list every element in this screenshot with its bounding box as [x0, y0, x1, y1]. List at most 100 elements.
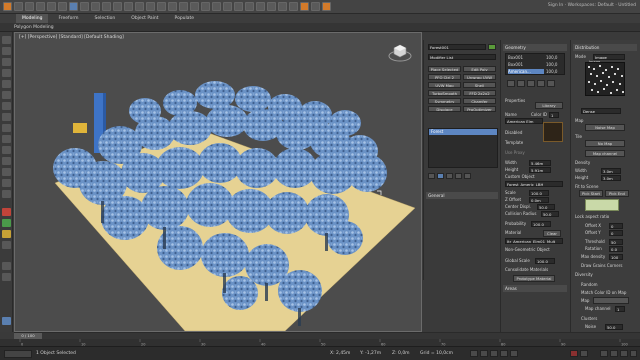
modifier-btn-1[interactable]: Place Selected	[428, 66, 461, 72]
perspective-viewport[interactable]: [+] [Perspective] [Standard] [Default Sh…	[14, 32, 422, 332]
modifier-btn-9[interactable]: Symmetry	[428, 98, 461, 104]
show-end-icon[interactable]	[437, 173, 444, 179]
display-icon[interactable]	[2, 80, 11, 88]
move-icon[interactable]	[113, 2, 122, 11]
named-selection-icon[interactable]	[223, 2, 232, 11]
modifier-btn-12[interactable]: ProOptimizer	[463, 106, 496, 112]
bind-icon[interactable]	[58, 2, 67, 11]
track-bar[interactable]: 0 10 20 30 40 50 60 70 80 90 100	[0, 339, 640, 347]
collision-radius-field[interactable]: 50,0	[541, 211, 559, 217]
move-up-icon[interactable]	[527, 80, 535, 87]
pick-end-button[interactable]: Pick End	[605, 190, 629, 197]
add-geometry-icon[interactable]	[507, 80, 515, 87]
noise-field[interactable]: 50,0	[605, 324, 623, 330]
scene-explorer-icon[interactable]	[2, 273, 11, 281]
tab-selection[interactable]: Selection	[89, 14, 122, 23]
window-crossing-icon[interactable]	[102, 2, 111, 11]
create-icon[interactable]	[2, 36, 11, 44]
configure-sets-icon[interactable]	[464, 173, 471, 179]
shapes-icon[interactable]	[2, 113, 11, 121]
filter-icon[interactable]	[2, 179, 11, 187]
ribbon-subpanel[interactable]: Polygon Modeling	[0, 23, 640, 32]
prototype-material-button[interactable]: Prototype Material	[513, 275, 555, 282]
make-unique-icon[interactable]	[446, 173, 453, 179]
consolidate-materials-checkbox[interactable]: Consolidate Materials	[505, 267, 548, 272]
align-icon[interactable]	[245, 2, 254, 11]
dist-width-field[interactable]: 3,0m	[601, 168, 621, 174]
modifier-btn-4[interactable]: Unwrap UVW	[463, 74, 496, 80]
draw-corners-checkbox[interactable]: Draw Grains Corners	[581, 263, 622, 268]
max-density-field[interactable]: 100	[609, 254, 623, 260]
undo-icon[interactable]	[14, 2, 23, 11]
coord-z[interactable]: Z: 0,0m	[392, 351, 410, 356]
rotate-icon[interactable]	[124, 2, 133, 11]
maxscript-listener[interactable]	[4, 350, 32, 358]
utilities-icon[interactable]	[2, 91, 11, 99]
geometry-icon[interactable]	[2, 102, 11, 110]
geometry-rollout-header[interactable]: Geometry	[503, 44, 567, 51]
snap-icon[interactable]	[179, 2, 188, 11]
angle-snap-icon[interactable]	[190, 2, 199, 11]
modifier-list-dropdown[interactable]: Modifier List	[428, 54, 496, 60]
tab-populate[interactable]: Populate	[169, 14, 201, 23]
redo-icon[interactable]	[25, 2, 34, 11]
non-geometric-checkbox[interactable]: Non-Geometric Object	[505, 247, 550, 252]
scale-field[interactable]: 100,0	[529, 190, 549, 196]
scene-fit-preview[interactable]	[585, 199, 619, 211]
stack-item-forest[interactable]: Forest	[429, 129, 497, 135]
auto-key-icon[interactable]	[570, 350, 578, 357]
coord-x[interactable]: X: 2,45m	[330, 351, 350, 356]
dist-height-field[interactable]: 3,0m	[601, 175, 621, 181]
viewcube-icon[interactable]	[387, 39, 413, 65]
map-channel-button[interactable]: Map channel	[585, 150, 625, 157]
helpers-icon[interactable]	[2, 146, 11, 154]
hide-icon[interactable]	[2, 190, 11, 198]
offset-x-field[interactable]: 0	[609, 223, 623, 229]
spacewarps-icon[interactable]	[2, 157, 11, 165]
select-icon[interactable]	[69, 2, 78, 11]
systems-icon[interactable]	[2, 168, 11, 176]
rotation-field[interactable]: 0,0	[609, 246, 623, 252]
diversity-map-button[interactable]	[593, 297, 629, 304]
modifier-btn-2[interactable]: Edit Poly	[463, 66, 496, 72]
geometry-item-name[interactable]: Box001	[508, 55, 523, 60]
remove-geometry-icon[interactable]	[517, 80, 525, 87]
random-radio[interactable]: Random	[581, 282, 598, 287]
lights-icon[interactable]	[2, 124, 11, 132]
template-checkbox[interactable]: Template	[505, 140, 523, 145]
orbit-icon[interactable]	[610, 350, 618, 357]
object-name-field[interactable]: Forest001	[428, 44, 486, 50]
pick-start-button[interactable]: Pick Start	[579, 190, 603, 197]
density-preset-dropdown[interactable]: Dense	[581, 108, 621, 114]
modifier-btn-11[interactable]: Displace	[428, 106, 461, 112]
reference-icon[interactable]	[157, 2, 166, 11]
object-color-swatch[interactable]	[488, 44, 496, 50]
map-channel-field[interactable]: 1	[615, 306, 625, 312]
custom-object-radio[interactable]: Custom Object	[505, 174, 535, 179]
link-icon[interactable]	[36, 2, 45, 11]
modifier-stack[interactable]: Forest	[428, 128, 498, 168]
no-map-button[interactable]: No Map	[585, 140, 625, 147]
mirror-icon[interactable]	[234, 2, 243, 11]
distribution-map-preview[interactable]	[585, 62, 625, 96]
red-object-icon[interactable]	[2, 208, 11, 216]
areas-rollout-header[interactable]: Areas	[503, 285, 567, 292]
viewport-label[interactable]: [+] [Perspective] [Standard] [Default Sh…	[19, 35, 124, 40]
green-object-icon[interactable]	[2, 219, 11, 227]
remove-modifier-icon[interactable]	[455, 173, 462, 179]
set-key-icon[interactable]	[580, 350, 588, 357]
goto-start-icon[interactable]	[470, 350, 478, 357]
modifier-btn-5[interactable]: UVW Map	[428, 82, 461, 88]
use-proxy-checkbox[interactable]: Use Proxy	[505, 150, 525, 155]
placement-icon[interactable]	[146, 2, 155, 11]
modifier-btn-7[interactable]: TurboSmooth	[428, 90, 461, 96]
disabled-checkbox[interactable]: Disabled	[505, 130, 522, 135]
library-button[interactable]: Library	[535, 102, 563, 109]
unlink-icon[interactable]	[47, 2, 56, 11]
coord-y[interactable]: Y: -1,27m	[360, 351, 381, 356]
height-field[interactable]: 5,91m	[529, 167, 551, 173]
z-offset-field[interactable]: 0,0m	[529, 197, 549, 203]
render-frame-icon[interactable]	[311, 2, 320, 11]
options-icon[interactable]	[547, 80, 555, 87]
geometry-list[interactable]: Box001 100,0 Box001 100,0 American... 10…	[505, 53, 565, 75]
